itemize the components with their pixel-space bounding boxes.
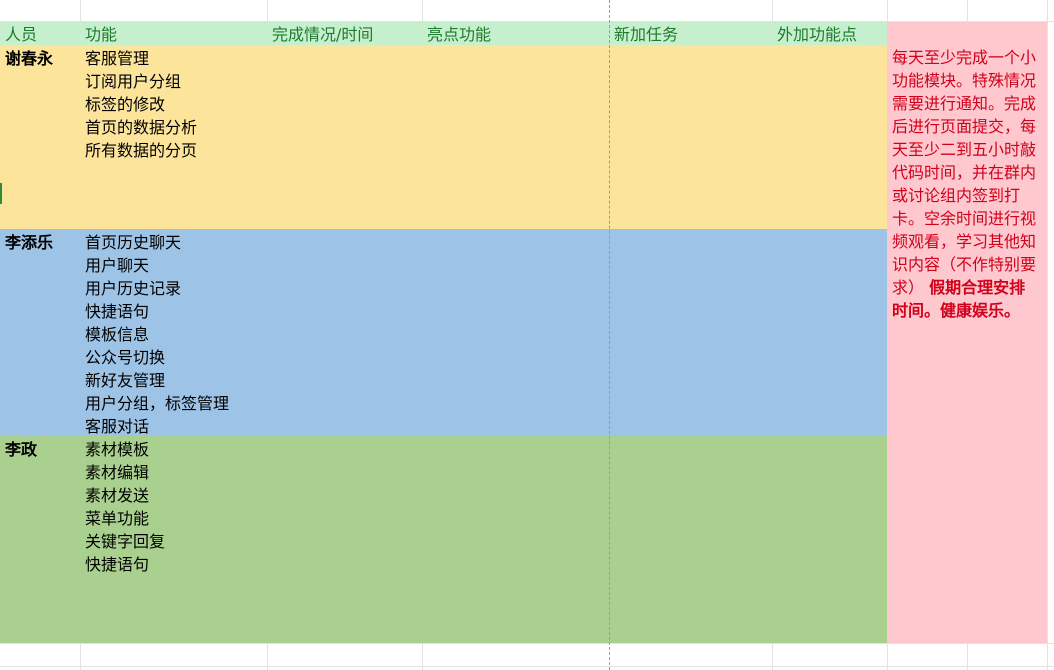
row-marker (0, 183, 2, 204)
function-cell[interactable]: 所有数据的分页 (85, 139, 197, 162)
header-status-time[interactable]: 完成情况/时间 (272, 22, 373, 45)
note-cell[interactable]: 每天至少完成一个小功能模块。特殊情况需要进行通知。完成后进行页面提交，每天至少二… (887, 22, 1047, 643)
function-list: 素材模板 素材编辑 素材发送 菜单功能 关键字回复 快捷语句 (85, 438, 165, 576)
function-cell[interactable]: 素材编辑 (85, 461, 165, 484)
gridline (0, 643, 1054, 644)
person-block[interactable]: 谢春永 客服管理 订阅用户分组 标签的修改 首页的数据分析 所有数据的分页 (0, 45, 887, 229)
note-body: 每天至少完成一个小功能模块。特殊情况需要进行通知。完成后进行页面提交，每天至少二… (892, 48, 1037, 297)
header-function[interactable]: 功能 (85, 22, 117, 45)
function-cell[interactable]: 关键字回复 (85, 530, 165, 553)
function-cell[interactable]: 标签的修改 (85, 93, 197, 116)
person-block[interactable]: 李政 素材模板 素材编辑 素材发送 菜单功能 关键字回复 快捷语句 (0, 436, 887, 643)
header-new-task[interactable]: 新加任务 (614, 22, 678, 45)
function-cell[interactable]: 首页的数据分析 (85, 116, 197, 139)
person-name[interactable]: 谢春永 (5, 47, 53, 70)
gridline (1047, 0, 1048, 670)
person-block[interactable]: 李添乐 首页历史聊天 用户聊天 用户历史记录 快捷语句 模板信息 公众号切换 新… (0, 229, 887, 436)
header-row: 人员 功能 完成情况/时间 亮点功能 新加任务 外加功能点 (0, 22, 887, 45)
function-cell[interactable]: 菜单功能 (85, 507, 165, 530)
function-cell[interactable]: 客服管理 (85, 47, 197, 70)
page-break-line (609, 0, 610, 670)
function-cell[interactable]: 客服对话 (85, 415, 229, 438)
function-cell[interactable]: 素材模板 (85, 438, 165, 461)
function-cell[interactable]: 新好友管理 (85, 369, 229, 392)
header-extra-points[interactable]: 外加功能点 (777, 22, 857, 45)
function-cell[interactable]: 素材发送 (85, 484, 165, 507)
header-person[interactable]: 人员 (5, 22, 37, 45)
header-highlight[interactable]: 亮点功能 (427, 22, 491, 45)
function-cell[interactable]: 用户聊天 (85, 254, 229, 277)
function-cell[interactable]: 订阅用户分组 (85, 70, 197, 93)
person-name[interactable]: 李政 (5, 438, 37, 461)
function-list: 客服管理 订阅用户分组 标签的修改 首页的数据分析 所有数据的分页 (85, 47, 197, 162)
function-cell[interactable]: 首页历史聊天 (85, 231, 229, 254)
spreadsheet-grid[interactable]: 人员 功能 完成情况/时间 亮点功能 新加任务 外加功能点 谢春永 客服管理 订… (0, 0, 1054, 670)
function-cell[interactable]: 用户分组，标签管理 (85, 392, 229, 415)
function-cell[interactable]: 用户历史记录 (85, 277, 229, 300)
gridline (0, 666, 1054, 667)
function-cell[interactable]: 快捷语句 (85, 553, 165, 576)
person-name[interactable]: 李添乐 (5, 231, 53, 254)
function-cell[interactable]: 快捷语句 (85, 300, 229, 323)
function-list: 首页历史聊天 用户聊天 用户历史记录 快捷语句 模板信息 公众号切换 新好友管理… (85, 231, 229, 438)
note-text: 每天至少完成一个小功能模块。特殊情况需要进行通知。完成后进行页面提交，每天至少二… (892, 46, 1040, 322)
function-cell[interactable]: 公众号切换 (85, 346, 229, 369)
function-cell[interactable]: 模板信息 (85, 323, 229, 346)
